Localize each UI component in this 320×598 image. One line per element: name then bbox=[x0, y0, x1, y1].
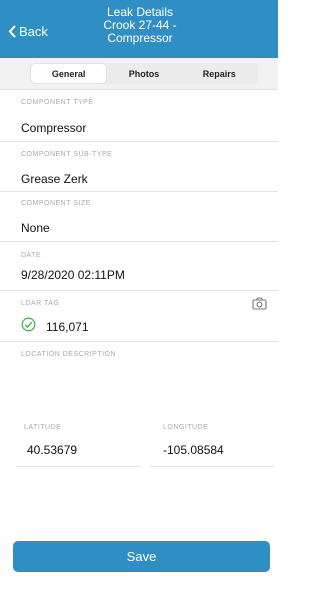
component-sub-type-label: COMPONENT SUB-TYPE bbox=[21, 151, 113, 158]
component-size-field[interactable]: COMPONENT SIZE None bbox=[0, 192, 278, 242]
date-label: DATE bbox=[21, 252, 42, 259]
longitude-value: -105.08584 bbox=[163, 443, 224, 457]
check-circle-icon bbox=[21, 317, 36, 332]
tab-photos[interactable]: Photos bbox=[106, 64, 181, 83]
segmented-control: General Photos Repairs bbox=[30, 63, 258, 84]
component-type-field[interactable]: COMPONENT TYPE Compressor bbox=[0, 90, 278, 142]
tab-repairs[interactable]: Repairs bbox=[182, 64, 257, 83]
date-field[interactable]: DATE 9/28/2020 02:11PM bbox=[0, 242, 278, 291]
back-label: Back bbox=[19, 24, 48, 39]
chevron-left-icon bbox=[8, 25, 16, 38]
ldar-tag-field[interactable]: LDAR TAG 116,071 bbox=[0, 291, 278, 342]
latitude-value: 40.53679 bbox=[27, 443, 78, 457]
component-sub-type-field[interactable]: COMPONENT SUB-TYPE Grease Zerk bbox=[0, 142, 278, 192]
camera-icon[interactable] bbox=[252, 297, 267, 310]
component-type-value: Compressor bbox=[21, 121, 87, 135]
latitude-label: LATITUDE bbox=[24, 424, 62, 431]
longitude-label: LONGITUDE bbox=[163, 424, 209, 431]
component-size-value: None bbox=[21, 221, 50, 235]
page-title: Leak Details Crook 27-44 - Compressor bbox=[70, 6, 210, 45]
tab-general[interactable]: General bbox=[31, 64, 107, 83]
component-size-label: COMPONENT SIZE bbox=[21, 200, 91, 207]
tab-bar: General Photos Repairs bbox=[0, 58, 278, 90]
nav-bar: Back Leak Details Crook 27-44 - Compress… bbox=[0, 0, 278, 58]
longitude-underline bbox=[150, 466, 274, 467]
title-line-3: Compressor bbox=[107, 31, 173, 45]
date-value: 9/28/2020 02:11PM bbox=[21, 268, 125, 282]
ldar-tag-label: LDAR TAG bbox=[21, 300, 60, 307]
back-button[interactable]: Back bbox=[8, 24, 48, 39]
location-description-label: LOCATION DESCRIPTION bbox=[21, 351, 117, 358]
component-type-label: COMPONENT TYPE bbox=[21, 99, 94, 106]
component-sub-type-value: Grease Zerk bbox=[21, 172, 88, 186]
save-button[interactable]: Save bbox=[13, 541, 270, 572]
latitude-underline bbox=[16, 466, 140, 467]
ldar-tag-value: 116,071 bbox=[46, 320, 89, 334]
location-description-field[interactable]: LOCATION DESCRIPTION bbox=[0, 342, 278, 412]
